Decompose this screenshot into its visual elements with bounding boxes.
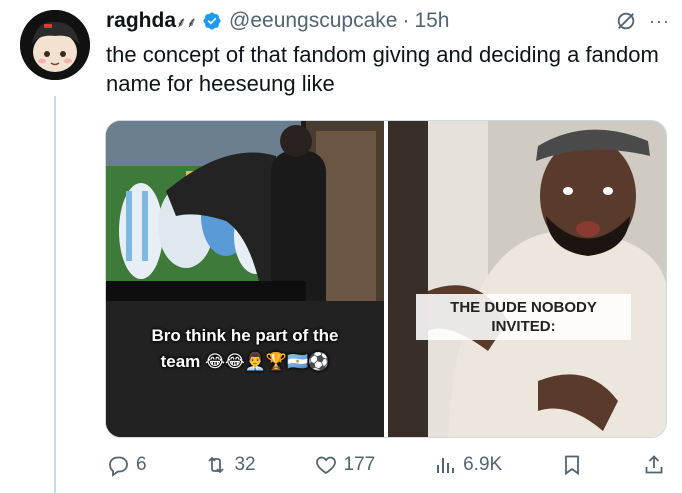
bookmark-icon: [565, 455, 579, 476]
grok-icon[interactable]: [615, 10, 637, 32]
analytics-icon: [437, 458, 455, 473]
reply-icon: [109, 456, 128, 477]
handle[interactable]: @eeungscupcake: [229, 9, 397, 33]
repost-button[interactable]: 32: [204, 453, 256, 477]
avatar-image: [20, 10, 90, 80]
reply-button[interactable]: 6: [106, 453, 147, 477]
media-grid[interactable]: Bro think he part of the team 😂😂👨‍💼🏆🇦🇷⚽ …: [105, 120, 667, 438]
verified-badge-icon[interactable]: [202, 11, 222, 31]
share-button[interactable]: [642, 453, 666, 477]
left-caption-line2: team 😂😂👨‍💼🏆🇦🇷⚽: [160, 352, 330, 371]
heart-icon: [315, 456, 336, 475]
avatar[interactable]: [20, 10, 90, 80]
tweet-text: the concept of that fandom giving and de…: [106, 42, 659, 96]
views-count: 6.9K: [463, 454, 503, 475]
views-button[interactable]: 6.9K: [433, 453, 502, 477]
like-button[interactable]: 177: [314, 453, 376, 477]
reply-count: 6: [136, 454, 147, 475]
display-name-suffix[interactable]: ⸙⸙: [176, 14, 197, 30]
more-options-icon[interactable]: ···: [649, 11, 670, 32]
tv-photo: [106, 121, 384, 437]
repost-icon: [208, 456, 225, 474]
media-image-left[interactable]: Bro think he part of the team 😂😂👨‍💼🏆🇦🇷⚽: [106, 121, 384, 437]
man-photo: [388, 121, 666, 437]
left-caption-line1: Bro think he part of the: [151, 326, 339, 345]
left-caption: Bro think he part of the team 😂😂👨‍💼🏆🇦🇷⚽: [106, 323, 384, 375]
thread-line: [54, 96, 56, 493]
timestamp[interactable]: 15h: [414, 9, 449, 33]
media-image-right[interactable]: THE DUDE NOBODY INVITED:: [388, 121, 666, 437]
bookmark-button[interactable]: [560, 453, 584, 477]
right-caption: THE DUDE NOBODY INVITED:: [416, 294, 631, 340]
action-bar: 6 32 177 6.9K: [106, 452, 666, 478]
display-name-text[interactable]: raghda: [106, 9, 176, 32]
share-icon: [645, 455, 663, 474]
tweet-header: raghda⸙⸙ @eeungscupcake · 15h ···: [106, 6, 670, 36]
separator-dot: ·: [402, 9, 410, 32]
repost-count: 32: [234, 454, 256, 475]
like-count: 177: [343, 454, 376, 475]
display-name[interactable]: raghda⸙⸙: [106, 9, 197, 33]
